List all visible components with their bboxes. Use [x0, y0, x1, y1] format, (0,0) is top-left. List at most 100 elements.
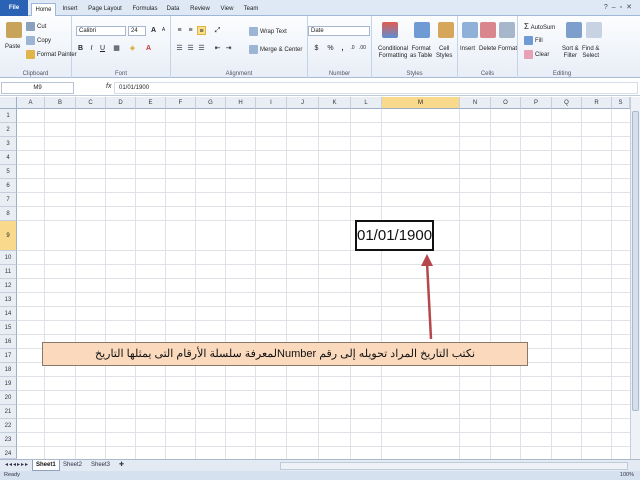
find-select-button[interactable]: Find & Select: [582, 46, 599, 60]
column-header-d[interactable]: D: [106, 97, 136, 109]
sheet-nav-arrows-icon[interactable]: ◂◂◂▸▸▸: [2, 460, 32, 471]
row-header-14[interactable]: 14: [0, 307, 17, 321]
format-cells-button[interactable]: Format: [498, 46, 517, 52]
row-header-6[interactable]: 6: [0, 179, 17, 193]
number-format-combo[interactable]: Date: [308, 26, 370, 36]
column-header-i[interactable]: I: [256, 97, 287, 109]
sort-filter-button[interactable]: Sort & Filter: [562, 46, 579, 60]
tab-home[interactable]: Home: [31, 3, 56, 16]
row-header-8[interactable]: 8: [0, 207, 17, 221]
help-icon[interactable]: ?: [604, 4, 612, 11]
row-header-5[interactable]: 5: [0, 165, 17, 179]
row-header-2[interactable]: 2: [0, 123, 17, 137]
format-painter-button[interactable]: Format Painter: [26, 50, 77, 59]
column-header-c[interactable]: C: [76, 97, 106, 109]
tab-team[interactable]: Team: [241, 3, 261, 16]
column-header-f[interactable]: F: [166, 97, 196, 109]
row-header-9[interactable]: 9: [0, 221, 17, 251]
font-size-combo[interactable]: 24: [128, 26, 146, 36]
row-header-4[interactable]: 4: [0, 151, 17, 165]
column-header-b[interactable]: B: [45, 97, 76, 109]
bold-button[interactable]: B: [76, 44, 85, 53]
tab-data[interactable]: Data: [164, 3, 182, 16]
orientation-icon[interactable]: ⤢: [213, 26, 222, 35]
sheet-tab-2[interactable]: Sheet2: [60, 460, 85, 471]
row-header-12[interactable]: 12: [0, 279, 17, 293]
tab-insert[interactable]: Insert: [59, 3, 81, 16]
sheet-tab-3[interactable]: Sheet3: [88, 460, 113, 471]
align-middle-icon[interactable]: ≡: [186, 26, 195, 35]
row-header-13[interactable]: 13: [0, 293, 17, 307]
autosum-button[interactable]: Σ AutoSum: [524, 22, 555, 31]
row-header-15[interactable]: 15: [0, 321, 17, 335]
row-header-24[interactable]: 24: [0, 447, 17, 459]
comma-button[interactable]: ,: [338, 44, 347, 53]
column-header-o[interactable]: O: [491, 97, 521, 109]
column-header-g[interactable]: G: [196, 97, 226, 109]
align-left-icon[interactable]: ☰: [175, 44, 184, 53]
grow-font-button[interactable]: A: [149, 26, 158, 35]
select-all-corner[interactable]: [0, 97, 17, 109]
formula-input[interactable]: 01/01/1900: [114, 82, 638, 94]
insert-sheet-icon[interactable]: ✚: [116, 460, 127, 471]
vertical-scroll-thumb[interactable]: [632, 111, 639, 411]
align-top-icon[interactable]: ≡: [175, 26, 184, 35]
increase-decimal-icon[interactable]: .0: [348, 44, 357, 53]
align-right-icon[interactable]: ☰: [197, 44, 206, 53]
decrease-indent-icon[interactable]: ⇤: [213, 44, 222, 53]
font-name-combo[interactable]: Calibri: [76, 26, 126, 36]
row-header-17[interactable]: 17: [0, 349, 17, 363]
cell-styles-button[interactable]: Cell Styles: [436, 46, 452, 60]
row-header-3[interactable]: 3: [0, 137, 17, 151]
row-header-20[interactable]: 20: [0, 391, 17, 405]
column-header-a[interactable]: A: [17, 97, 45, 109]
font-color-icon[interactable]: A: [144, 44, 153, 53]
tab-page-layout[interactable]: Page Layout: [85, 3, 125, 16]
column-header-k[interactable]: K: [319, 97, 351, 109]
column-header-l[interactable]: L: [351, 97, 382, 109]
conditional-formatting-button[interactable]: Conditional Formatting: [378, 46, 408, 60]
column-header-j[interactable]: J: [287, 97, 319, 109]
column-header-m[interactable]: M: [382, 97, 460, 109]
borders-icon[interactable]: ▦: [112, 44, 121, 53]
row-header-19[interactable]: 19: [0, 377, 17, 391]
zoom-level[interactable]: 100%: [620, 471, 634, 480]
currency-button[interactable]: $: [312, 44, 321, 53]
row-header-23[interactable]: 23: [0, 433, 17, 447]
fill-button[interactable]: Fill: [524, 36, 543, 45]
close-icon[interactable]: ✕: [626, 4, 636, 11]
column-header-r[interactable]: R: [582, 97, 612, 109]
row-header-7[interactable]: 7: [0, 193, 17, 207]
align-bottom-icon[interactable]: ≡: [197, 26, 206, 35]
column-header-n[interactable]: N: [460, 97, 491, 109]
tab-view[interactable]: View: [217, 3, 237, 16]
decrease-decimal-icon[interactable]: .00: [358, 44, 367, 53]
format-as-table-button[interactable]: Format as Table: [410, 46, 432, 60]
fill-color-icon[interactable]: ◈: [128, 44, 137, 53]
horizontal-scrollbar[interactable]: [280, 462, 628, 470]
sheet-tab-1[interactable]: Sheet1: [32, 460, 60, 471]
copy-button[interactable]: Copy: [26, 36, 51, 45]
row-header-18[interactable]: 18: [0, 363, 17, 377]
align-center-icon[interactable]: ☰: [186, 44, 195, 53]
window-controls[interactable]: ?–▫✕: [604, 3, 636, 11]
percent-button[interactable]: %: [326, 44, 335, 53]
column-header-h[interactable]: H: [226, 97, 256, 109]
increase-indent-icon[interactable]: ⇥: [224, 44, 233, 53]
active-cell-m9[interactable]: 01/01/1900: [355, 220, 434, 251]
insert-function-button[interactable]: fx: [106, 83, 111, 90]
row-header-1[interactable]: 1: [0, 109, 17, 123]
worksheet-grid[interactable]: [17, 109, 630, 459]
insert-cells-button[interactable]: Insert: [460, 46, 475, 52]
row-header-21[interactable]: 21: [0, 405, 17, 419]
wrap-text-button[interactable]: Wrap Text: [249, 27, 287, 36]
minimize-icon[interactable]: –: [612, 4, 620, 11]
shrink-font-button[interactable]: A: [159, 26, 168, 35]
cut-button[interactable]: Cut: [26, 22, 46, 31]
vertical-scrollbar[interactable]: [630, 97, 640, 459]
italic-button[interactable]: I: [87, 44, 96, 53]
merge-center-button[interactable]: Merge & Center: [249, 45, 302, 54]
row-header-22[interactable]: 22: [0, 419, 17, 433]
delete-cells-button[interactable]: Delete: [479, 46, 496, 52]
row-header-16[interactable]: 16: [0, 335, 17, 349]
